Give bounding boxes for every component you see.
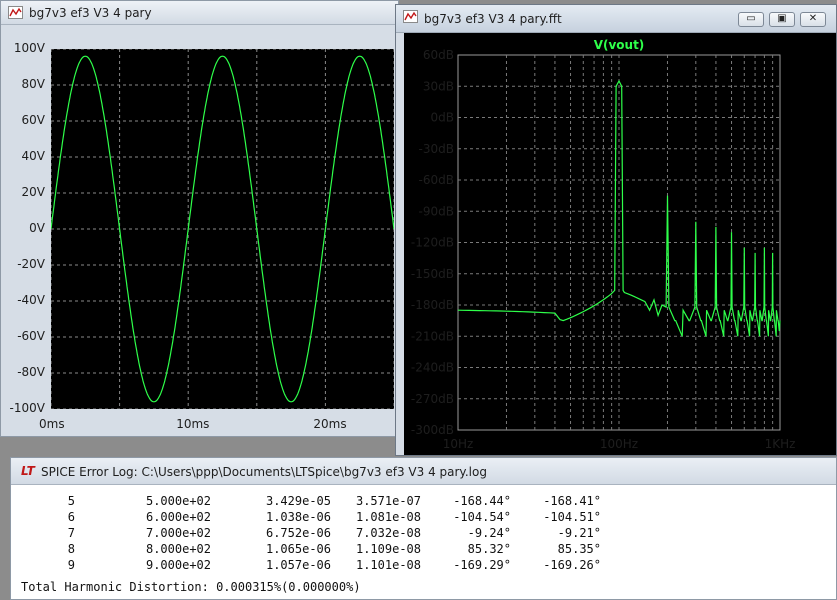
fft-x-tick: 100Hz [600, 437, 638, 451]
fft-y-tick: 0dB [431, 111, 454, 125]
harmonic-cell: 6.000e+02 [145, 510, 211, 524]
fft-plot: V(vout) 60dB 30dB 0dB -30dB -60dB -90dB -120dB -… [411, 38, 796, 451]
fft-trace [457, 79, 781, 337]
fft-y-tick: 30dB [423, 79, 454, 93]
waveform-plot [51, 49, 394, 409]
spice-log-titlebar[interactable]: LT SPICE Error Log: C:\Users\ppp\Documen… [11, 458, 836, 485]
harmonic-row: 8 8.000e+02 1.065e-06 1.109e-08 85.32° 85.35° [21, 542, 661, 558]
harmonic-cell: 5 [67, 494, 75, 508]
harmonic-cell: 5.000e+02 [145, 494, 211, 508]
waveform-y-tick: 60V [21, 113, 45, 127]
fft-y-tick: -300dB [411, 423, 454, 437]
fft-y-tick: 60dB [423, 48, 454, 62]
close-button[interactable]: ✕ [800, 12, 826, 27]
harmonic-cell: 6 [67, 510, 75, 524]
waveform-y-tick: -40V [17, 293, 45, 307]
fft-window-title: bg7v3 ef3 V3 4 pary.fft [424, 12, 562, 26]
waveform-x-tick: 0ms [39, 417, 65, 431]
thd-line: Total Harmonic Distortion: 0.000315%(0.0… [21, 580, 361, 594]
harmonic-row: 9 9.000e+02 1.057e-06 1.101e-08 -169.29° -169… [21, 558, 661, 574]
spice-log-content[interactable]: 5 5.000e+02 3.429e-05 3.571e-07 -168.44° -168… [21, 486, 836, 599]
spice-log-title: SPICE Error Log: C:\Users\ppp\Documents\… [41, 465, 487, 479]
waveform-y-tick: 80V [21, 77, 45, 91]
fft-y-tick: -60dB [419, 173, 454, 187]
harmonic-cell: -169.26° [543, 558, 601, 572]
fft-window-titlebar[interactable]: bg7v3 ef3 V3 4 pary.fft ▭ ▣ ✕ [396, 5, 836, 33]
waveform-trace [51, 55, 394, 403]
harmonic-cell: 8.000e+02 [145, 542, 211, 556]
waveform-x-tick: 10ms [176, 417, 210, 431]
restore-button[interactable]: ▣ [769, 12, 795, 27]
fft-plot-area[interactable]: V(vout) 60dB 30dB 0dB -30dB -60dB -90dB -120dB -… [404, 33, 836, 455]
waveform-y-tick: 40V [21, 149, 45, 163]
waveform-window-title: bg7v3 ef3 V3 4 pary [29, 6, 152, 20]
fft-x-tick: 10Hz [443, 437, 474, 451]
waveform-y-tick: -20V [17, 257, 45, 271]
fft-y-tick: -150dB [411, 267, 454, 281]
harmonic-cell: 9 [67, 558, 75, 572]
minimize-button[interactable]: ▭ [738, 12, 764, 27]
waveform-y-tick: -100V [9, 401, 45, 415]
harmonic-cell: 9.000e+02 [145, 558, 211, 572]
harmonic-cell: 85.35° [557, 542, 601, 556]
fft-y-tick: -210dB [411, 329, 454, 343]
waveform-window-titlebar[interactable]: bg7v3 ef3 V3 4 pary [1, 1, 398, 25]
spice-log-window[interactable]: LT SPICE Error Log: C:\Users\ppp\Documen… [10, 457, 837, 600]
harmonic-cell: 7 [67, 526, 75, 540]
fft-app-icon [403, 10, 418, 23]
waveform-y-tick: 20V [21, 185, 45, 199]
harmonic-cell: 7.000e+02 [145, 526, 211, 540]
harmonic-cell: -104.51° [543, 510, 601, 524]
ltspice-logo: LT [21, 464, 35, 478]
waveform-x-tick: 20ms [313, 417, 347, 431]
harmonic-cell: -168.41° [543, 494, 601, 508]
fft-y-tick: -180dB [411, 298, 454, 312]
harmonic-cell: -9.21° [557, 526, 601, 540]
waveform-y-tick: -60V [17, 329, 45, 343]
fft-y-tick: -90dB [419, 204, 454, 218]
waveform-window[interactable]: bg7v3 ef3 V3 4 pary 100V 80V 60V 40V 20V 0V -2… [0, 0, 399, 437]
harmonic-row: 6 6.000e+02 1.038e-06 1.081e-08 -104.54° -104… [21, 510, 661, 526]
fft-trace-title: V(vout) [594, 38, 645, 52]
fft-y-tick: -240dB [411, 361, 454, 375]
harmonic-row: 5 5.000e+02 3.429e-05 3.571e-07 -168.44° -168… [21, 494, 661, 510]
waveform-y-tick: -80V [17, 365, 45, 379]
waveform-app-icon [8, 6, 23, 19]
fft-x-tick: 1KHz [765, 437, 796, 451]
fft-y-tick: -30dB [419, 142, 454, 156]
harmonic-row: 7 7.000e+02 6.752e-06 7.032e-08 -9.24° -9.21° [21, 526, 661, 542]
waveform-y-tick: 0V [29, 221, 45, 235]
harmonic-cell: 8 [67, 542, 75, 556]
fft-y-tick: -120dB [411, 236, 454, 250]
waveform-plot-area[interactable] [51, 49, 394, 409]
waveform-y-tick: 100V [13, 41, 45, 55]
fft-y-tick: -270dB [411, 392, 454, 406]
fft-window[interactable]: bg7v3 ef3 V3 4 pary.fft ▭ ▣ ✕ V(vout) 60d… [395, 4, 837, 456]
